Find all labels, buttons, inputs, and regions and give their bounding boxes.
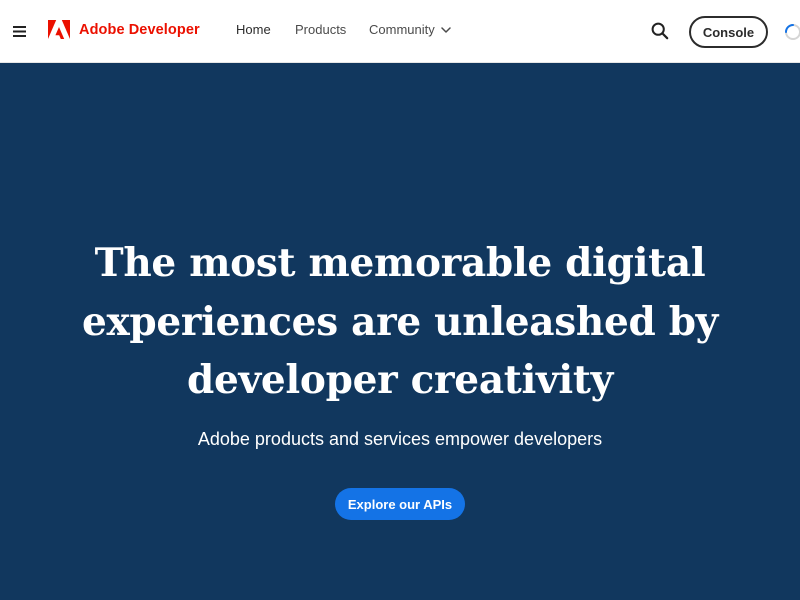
menu-button[interactable] [10, 21, 28, 41]
page: Adobe Developer Home Products Community … [0, 0, 800, 600]
adobe-developer-logo-link[interactable]: Adobe Developer [48, 20, 200, 39]
nav-products-label: Products [295, 22, 347, 37]
loading-spinner [784, 23, 800, 41]
console-button[interactable]: Console [689, 16, 768, 48]
explore-apis-button-label: Explore our APIs [347, 496, 453, 512]
search-button[interactable] [651, 22, 669, 40]
hero-subtitle: Adobe products and services empower deve… [197, 429, 603, 449]
site-header: Adobe Developer Home Products Community … [0, 0, 800, 63]
adobe-logo-icon [48, 20, 70, 39]
hero-section: The most memorable digital experiences a… [0, 63, 800, 600]
console-button-label: Console [702, 24, 755, 40]
nav-products[interactable]: Products [295, 22, 346, 37]
chevron-down-icon [441, 26, 451, 33]
hamburger-menu-icon [12, 25, 26, 37]
nav-community-label: Community [369, 22, 435, 37]
search-icon [651, 22, 669, 40]
nav-community-dropdown[interactable]: Community [369, 22, 451, 37]
loading-spinner-icon [785, 24, 800, 40]
nav-home-label: Home [236, 22, 271, 37]
hero-title: The most memorable digital experiences a… [81, 240, 719, 403]
nav-home[interactable]: Home [236, 22, 271, 37]
logo-text: Adobe Developer [79, 21, 200, 38]
explore-apis-button[interactable]: Explore our APIs [335, 488, 465, 520]
